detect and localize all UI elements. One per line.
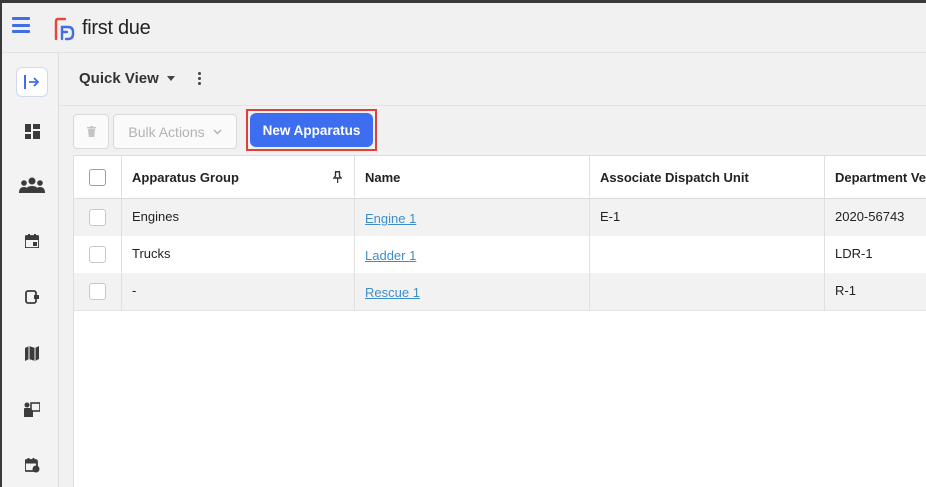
schedule-icon[interactable]	[18, 451, 46, 479]
apparatus-table: Apparatus Group Name Associate Dispatch …	[73, 155, 926, 487]
column-header-dispatch-unit[interactable]: Associate Dispatch Unit	[590, 156, 825, 198]
table-row[interactable]: - Rescue 1 R-1	[74, 273, 926, 311]
table-row[interactable]: Trucks Ladder 1 LDR-1	[74, 236, 926, 274]
bulk-actions-button[interactable]: Bulk Actions	[113, 114, 237, 149]
caret-down-icon	[166, 76, 175, 81]
row-checkbox-cell	[74, 199, 122, 236]
header-checkbox-cell	[74, 156, 122, 198]
main-content: Quick View Bulk Actions New Apparatus Ap…	[59, 53, 926, 487]
cell-dispatch-unit	[590, 236, 825, 273]
cell-department-vehicle: 2020-56743	[835, 209, 905, 224]
view-bar: Quick View	[59, 53, 926, 106]
left-rail	[2, 53, 59, 487]
apparatus-name-link[interactable]: Engine 1	[365, 211, 416, 226]
quick-view-dropdown[interactable]: Quick View	[79, 70, 175, 87]
new-apparatus-button[interactable]: New Apparatus	[250, 113, 373, 147]
cell-name: Rescue 1	[355, 273, 590, 310]
column-header-department-vehicle[interactable]: Department Veh	[825, 156, 926, 198]
app-window: first due Quick View Bulk Actions New Ap…	[2, 3, 926, 487]
dashboard-icon[interactable]	[18, 117, 46, 145]
pin-icon[interactable]	[333, 171, 342, 183]
delete-button[interactable]	[73, 114, 109, 149]
select-all-checkbox[interactable]	[89, 168, 106, 186]
cell-name: Engine 1	[355, 199, 590, 236]
toolbar: Bulk Actions New Apparatus	[59, 105, 926, 155]
top-bar: first due	[2, 3, 926, 53]
column-header-label: Apparatus Group	[132, 169, 239, 185]
row-checkbox[interactable]	[89, 209, 106, 226]
people-icon[interactable]	[18, 171, 46, 199]
more-options-icon[interactable]	[198, 72, 202, 86]
trash-icon	[86, 126, 96, 137]
apparatus-name-link[interactable]: Ladder 1	[365, 248, 416, 263]
map-icon[interactable]	[18, 339, 46, 367]
row-checkbox-cell	[74, 236, 122, 273]
brand-name: first due	[82, 17, 151, 39]
expand-sidebar-icon[interactable]	[16, 67, 48, 97]
calendar-icon[interactable]	[18, 227, 46, 255]
cell-apparatus-group: -	[122, 273, 355, 310]
apparatus-name-link[interactable]: Rescue 1	[365, 285, 420, 300]
bulk-actions-label: Bulk Actions	[128, 123, 205, 140]
quick-view-label: Quick View	[79, 70, 159, 87]
menu-icon[interactable]	[12, 17, 30, 33]
cell-department-vehicle: R-1	[835, 283, 856, 298]
cell-dispatch-unit: E-1	[590, 199, 825, 236]
row-checkbox[interactable]	[89, 246, 106, 263]
cell-name: Ladder 1	[355, 236, 590, 273]
device-icon[interactable]	[18, 283, 46, 311]
chevron-down-icon	[213, 128, 222, 135]
cell-apparatus-group: Engines	[122, 199, 355, 236]
table-row[interactable]: Engines Engine 1 E-1 2020-56743	[74, 199, 926, 237]
column-header-apparatus-group[interactable]: Apparatus Group	[122, 156, 355, 198]
training-icon[interactable]	[18, 395, 46, 423]
first-due-logo	[54, 17, 75, 41]
cell-dispatch-unit	[590, 273, 825, 310]
row-checkbox-cell	[74, 273, 122, 310]
cell-department-vehicle: LDR-1	[835, 246, 873, 261]
row-checkbox[interactable]	[89, 283, 106, 300]
column-header-name[interactable]: Name	[355, 156, 590, 198]
cell-apparatus-group: Trucks	[122, 236, 355, 273]
table-header: Apparatus Group Name Associate Dispatch …	[74, 156, 926, 199]
